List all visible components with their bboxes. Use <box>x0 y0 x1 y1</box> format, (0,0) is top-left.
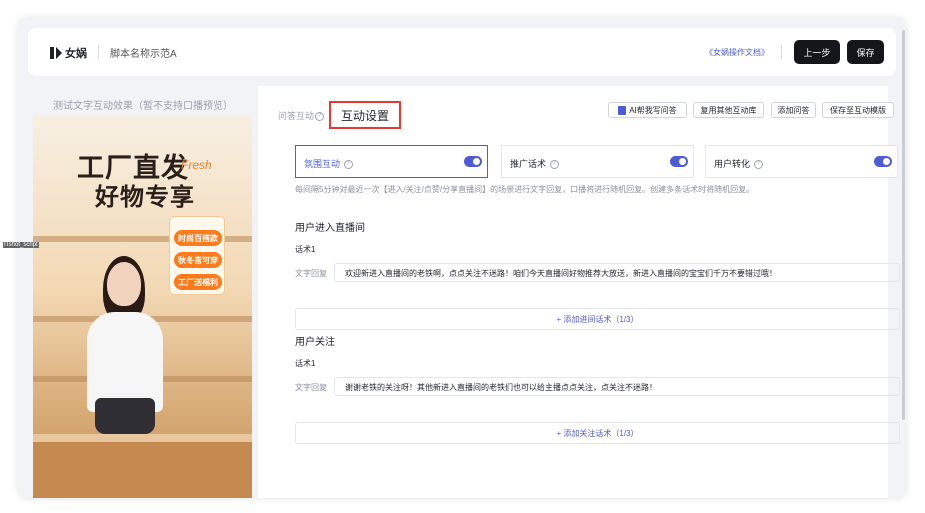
script-name[interactable]: 脚本名称示范A <box>110 45 177 60</box>
ai-write-qa-button[interactable]: AI帮我写问答 <box>608 102 687 118</box>
save-button[interactable]: 保存 <box>847 40 884 64</box>
mode-label-text: 用户转化 <box>714 159 751 169</box>
talk-label: 话术1 <box>295 359 316 368</box>
tab-label: 问答互动 <box>278 111 315 121</box>
logo-icon <box>50 47 62 59</box>
counter <box>33 442 252 498</box>
talk-label: 话术1 <box>295 245 316 254</box>
follow-reply-input[interactable]: 谢谢老铁的关注呀！其他新进入直播间的老铁们也可以给主播点点关注，点关注不迷路！ <box>334 377 900 396</box>
document-icon <box>618 105 627 115</box>
mode-card-promotion[interactable]: 推广话术 ? <box>501 145 694 178</box>
info-icon: ? <box>343 160 353 169</box>
mode-label: 用户转化 ? <box>714 157 763 170</box>
logo: 女娲 <box>50 45 87 61</box>
presenter-skirt <box>95 398 155 434</box>
poster-fresh: Fresh <box>181 158 212 172</box>
poster-badge: 秋冬皆可穿 <box>174 252 222 268</box>
app-window: 女娲 脚本名称示范A 《女娲操作文档》 上一步 保存 测试文字互动效果（暂不支持… <box>18 18 906 498</box>
presenter-face <box>107 262 141 306</box>
info-icon: ? <box>315 112 325 121</box>
mode-label: 推广话术 ? <box>510 157 559 170</box>
tab-interaction-settings[interactable]: 互动设置 <box>329 101 401 129</box>
conversion-toggle[interactable] <box>874 156 892 167</box>
overlay-label: ITshot_script <box>3 242 39 248</box>
mode-label-text: 推广话术 <box>510 159 547 169</box>
logo-text: 女娲 <box>65 48 87 60</box>
atmosphere-toggle[interactable] <box>464 156 482 167</box>
preview-title: 测试文字互动效果（暂不支持口播预览） <box>53 101 233 112</box>
button-label: AI帮我写问答 <box>629 105 677 115</box>
poster-badge: 工厂送福利 <box>174 274 222 290</box>
info-icon: ? <box>549 160 559 169</box>
header-divider <box>98 45 99 59</box>
interaction-settings-panel: 问答互动? 互动设置 AI帮我写问答 复用其他互动库 添加问答 保存至互动模版 … <box>258 86 900 498</box>
prev-step-button[interactable]: 上一步 <box>794 40 840 64</box>
reply-label: 文字回复 <box>295 269 327 278</box>
section-title-enter: 用户进入直播间 <box>295 223 365 234</box>
mode-card-atmosphere[interactable]: 氛围互动 ? <box>295 145 488 178</box>
header-divider <box>781 45 782 59</box>
presenter-body <box>87 312 163 412</box>
tab-qa-interaction[interactable]: 问答互动? <box>278 109 325 122</box>
add-follow-talk-button[interactable]: + 添加关注话术（1/3） <box>295 422 900 444</box>
enter-reply-input[interactable]: 欢迎新进入直播间的老铁啊，点点关注不迷路！咱们今天直播间好物推荐大放送，新进入直… <box>334 263 900 282</box>
scrollbar[interactable] <box>902 30 905 420</box>
reuse-library-button[interactable]: 复用其他互动库 <box>693 102 764 118</box>
mode-card-conversion[interactable]: 用户转化 ? <box>705 145 898 178</box>
save-template-button[interactable]: 保存至互动模版 <box>822 102 894 118</box>
promotion-toggle[interactable] <box>670 156 688 167</box>
doc-link[interactable]: 《女娲操作文档》 <box>705 47 769 58</box>
mode-label-text: 氛围互动 <box>304 159 341 169</box>
poster-subtitle: 好物专享 <box>95 184 195 211</box>
info-icon: ? <box>753 160 763 169</box>
reply-label: 文字回复 <box>295 383 327 392</box>
poster-badge: 时尚百搭款 <box>174 230 222 246</box>
top-header: 女娲 脚本名称示范A 《女娲操作文档》 上一步 保存 <box>28 28 896 76</box>
add-qa-button[interactable]: 添加问答 <box>771 102 816 118</box>
mode-label: 氛围互动 ? <box>304 157 353 170</box>
section-title-follow: 用户关注 <box>295 337 335 348</box>
add-enter-talk-button[interactable]: + 添加进间话术（1/3） <box>295 308 900 330</box>
preview-image: 工厂直发 Fresh 好物专享 时尚百搭款 秋冬皆可穿 工厂送福利 <box>33 116 252 498</box>
interval-hint: 每间隔5分钟对最近一次【进入/关注/点赞/分享直播间】的场景进行文字回复，口播将… <box>295 185 755 194</box>
